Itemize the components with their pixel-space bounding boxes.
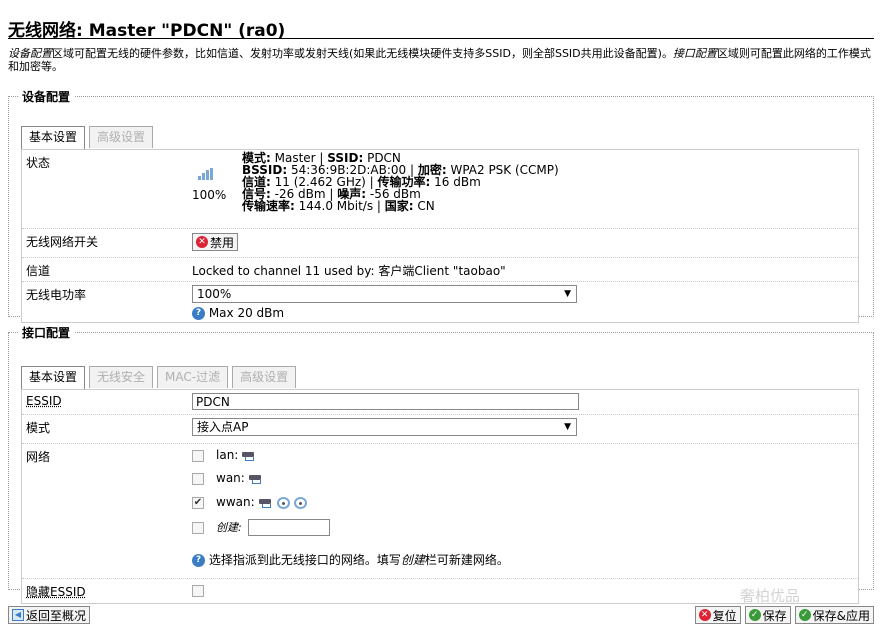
form-actions: ✕ 复位 ✓ 保存 ✓ 保存&应用: [694, 606, 874, 624]
network-option-wan: wan:: [192, 471, 263, 485]
device-config-section: 设备配置 基本设置 高级设置 状态 100% 模式: Master | SSID…: [8, 88, 874, 323]
tx-power-row: 无线电功率 100% ▼ ? Max 20 dBm: [22, 282, 858, 324]
info-icon: ?: [192, 307, 205, 320]
network-row: 网络 lan: wan: ✔ wwan: 创建: ? 选择指派到此无线接口的网络。…: [22, 444, 858, 579]
tx-power-label: 无线电功率: [26, 288, 87, 302]
back-arrow-icon: ◀: [12, 609, 24, 621]
wwan-checkbox[interactable]: ✔: [192, 496, 204, 509]
tab-wireless-security[interactable]: 无线安全: [89, 366, 154, 388]
wireless-switch-label: 无线网络开关: [26, 235, 99, 249]
desc-em-interface: 接口配置: [672, 47, 717, 60]
save-button[interactable]: ✓ 保存: [744, 606, 791, 624]
network-hint: ? 选择指派到此无线接口的网络。填写创建栏可新建网络。: [192, 551, 509, 568]
disable-wireless-button[interactable]: ✕ 禁用: [192, 233, 239, 251]
device-config-panel: 状态 100% 模式: Master | SSID: PDCN BSSID: 5…: [21, 149, 859, 323]
wireless-switch-row: 无线网络开关 ✕ 禁用: [22, 229, 858, 258]
hide-essid-checkbox[interactable]: [192, 584, 204, 597]
device-config-tabs: 基本设置 高级设置: [21, 126, 154, 149]
network-option-create: 创建:: [192, 519, 330, 536]
wifi-icon: [293, 496, 307, 509]
interface-config-legend: 接口配置: [22, 326, 71, 340]
check-icon: ✓: [748, 609, 761, 621]
desc-em-device: 设备配置: [8, 47, 52, 60]
tab-interface-basic[interactable]: 基本设置: [21, 366, 86, 389]
ethernet-icon: [242, 451, 256, 461]
save-apply-button[interactable]: ✓ 保存&应用: [794, 606, 874, 624]
wifi-icon: [276, 496, 290, 509]
network-label: 网络: [26, 450, 51, 464]
tx-power-select[interactable]: 100% ▼: [192, 285, 577, 303]
footer-bar: ◀ 返回至概况 ✕ 复位 ✓ 保存 ✓ 保存&应用: [0, 604, 882, 630]
title-divider: [8, 38, 874, 39]
device-config-legend: 设备配置: [22, 90, 71, 104]
wan-checkbox[interactable]: [192, 472, 204, 485]
status-label: 状态: [26, 156, 51, 170]
watermark: 奢柏优品: [740, 587, 801, 605]
tab-device-basic[interactable]: 基本设置: [21, 126, 86, 149]
hide-essid-label: 隐藏ESSID: [26, 585, 86, 599]
signal-percent: 100%: [192, 188, 227, 202]
channel-label: 信道: [26, 264, 51, 278]
info-icon: ?: [192, 554, 205, 567]
tab-mac-filter[interactable]: MAC-过滤: [157, 366, 229, 388]
essid-row: ESSID: [22, 390, 858, 415]
interface-config-tabs: 基本设置 无线安全 MAC-过滤 高级设置: [21, 366, 297, 389]
signal-strength-icon: [198, 168, 213, 180]
close-icon: ✕: [196, 236, 208, 248]
chevron-down-icon: ▼: [564, 422, 571, 432]
status-line-rate: 传输速率: 144.0 Mbit/s | 国家: CN: [242, 199, 435, 213]
status-row: 状态 100% 模式: Master | SSID: PDCN BSSID: 5…: [22, 150, 858, 229]
chevron-down-icon: ▼: [564, 289, 571, 299]
tx-power-hint: ? Max 20 dBm: [192, 306, 577, 320]
network-option-lan: lan:: [192, 448, 256, 462]
back-to-overview-button[interactable]: ◀ 返回至概况: [8, 606, 91, 624]
interface-config-section: 接口配置 基本设置 无线安全 MAC-过滤 高级设置 ESSID 模式 接入点A…: [8, 324, 874, 604]
mode-row: 模式 接入点AP ▼: [22, 415, 858, 444]
ethernet-icon: [258, 498, 273, 508]
tab-interface-advanced[interactable]: 高级设置: [232, 366, 297, 388]
create-checkbox[interactable]: [192, 521, 204, 534]
check-icon: ✓: [798, 609, 811, 621]
channel-row: 信道 Locked to channel 11 used by: 客户端Clie…: [22, 258, 858, 282]
mode-label: 模式: [26, 421, 51, 435]
lan-checkbox[interactable]: [192, 449, 204, 462]
mode-select[interactable]: 接入点AP ▼: [192, 418, 577, 436]
page-description: 设备配置区域可配置无线的硬件参数，比如信道、发射功率或发射天线(如果此无线模块硬…: [8, 47, 874, 73]
status-value: 100% 模式: Master | SSID: PDCN BSSID: 54:3…: [192, 150, 792, 228]
essid-input[interactable]: [192, 393, 579, 410]
reset-button[interactable]: ✕ 复位: [694, 606, 741, 624]
create-network-input[interactable]: [247, 519, 330, 536]
tab-device-advanced[interactable]: 高级设置: [89, 126, 154, 148]
desc-text-1: 区域可配置无线的硬件参数，比如信道、发射功率或发射天线(如果此无线模块硬件支持多…: [52, 47, 673, 60]
channel-value: Locked to channel 11 used by: 客户端Client …: [192, 264, 506, 278]
network-option-wwan: ✔ wwan:: [192, 495, 307, 509]
status-details: 模式: Master | SSID: PDCN BSSID: 54:36:9B:…: [242, 152, 559, 212]
ethernet-icon: [248, 474, 263, 484]
interface-config-panel: ESSID 模式 接入点AP▼ 网络 lan: wan: ✔wwan: 创建: …: [21, 389, 859, 604]
essid-label: ESSID: [26, 394, 62, 408]
hide-essid-row: 隐藏ESSID: [22, 579, 858, 604]
reset-icon: ✕: [698, 609, 711, 621]
